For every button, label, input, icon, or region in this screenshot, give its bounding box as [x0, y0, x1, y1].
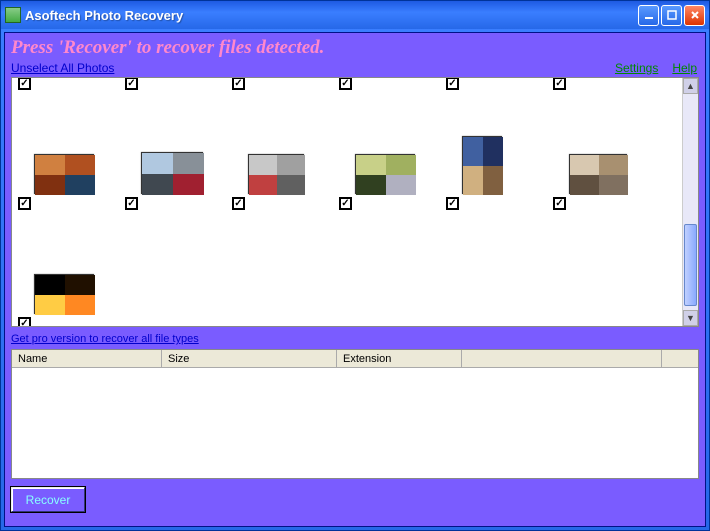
photo-grid: ✓✓✓✓✓✓✓✓✓✓✓✓✓	[12, 78, 698, 327]
photo-thumbnail[interactable]	[141, 152, 203, 194]
settings-link[interactable]: Settings	[615, 61, 658, 75]
photo-checkbox[interactable]: ✓	[125, 77, 138, 90]
listview-column-header[interactable]: Size	[162, 350, 337, 367]
photo-checkbox[interactable]: ✓	[339, 77, 352, 90]
photo-grid-container: ✓✓✓✓✓✓✓✓✓✓✓✓✓ ▲ ▼	[11, 77, 699, 327]
toolbar-links: Unselect All Photos Settings Help	[5, 59, 705, 77]
photo-checkbox[interactable]: ✓	[339, 197, 352, 210]
photo-cell[interactable]: ✓	[337, 92, 442, 212]
photo-checkbox[interactable]: ✓	[553, 197, 566, 210]
close-icon	[690, 10, 700, 20]
maximize-button[interactable]	[661, 5, 682, 26]
photo-cell[interactable]: ✓	[444, 92, 549, 212]
window-controls	[638, 5, 705, 26]
listview-column-header[interactable]: Name	[12, 350, 162, 367]
photo-thumbnail[interactable]	[34, 274, 94, 314]
photo-checkbox[interactable]: ✓	[18, 197, 31, 210]
photo-thumbnail[interactable]	[355, 154, 415, 194]
minimize-button[interactable]	[638, 5, 659, 26]
minimize-icon	[644, 10, 654, 20]
photo-checkbox[interactable]: ✓	[446, 197, 459, 210]
photo-checkbox[interactable]: ✓	[446, 77, 459, 90]
app-window: Asoftech Photo Recovery Press 'Recover' …	[0, 0, 710, 531]
vertical-scrollbar[interactable]: ▲ ▼	[682, 78, 698, 326]
pro-version-row: Get pro version to recover all file type…	[5, 327, 705, 349]
photo-thumbnail[interactable]	[248, 154, 304, 194]
photo-checkbox[interactable]: ✓	[18, 317, 31, 327]
photo-cell[interactable]: ✓	[551, 82, 656, 92]
photo-thumbnail[interactable]	[569, 154, 627, 194]
listview-column-header[interactable]: Extension	[337, 350, 462, 367]
help-link[interactable]: Help	[672, 61, 697, 75]
titlebar[interactable]: Asoftech Photo Recovery	[1, 1, 709, 29]
file-listview[interactable]: NameSizeExtension	[11, 349, 699, 479]
instruction-text: Press 'Recover' to recover files detecte…	[5, 33, 705, 59]
photo-cell[interactable]: ✓	[123, 82, 228, 92]
button-row: Recover	[5, 479, 705, 520]
scrollbar-track[interactable]	[683, 94, 698, 310]
scroll-down-arrow-icon[interactable]: ▼	[683, 310, 698, 326]
scroll-up-arrow-icon[interactable]: ▲	[683, 78, 698, 94]
photo-checkbox[interactable]: ✓	[18, 77, 31, 90]
photo-thumbnail[interactable]	[462, 136, 502, 194]
photo-cell[interactable]: ✓	[16, 82, 121, 92]
photo-checkbox[interactable]: ✓	[232, 77, 245, 90]
listview-header: NameSizeExtension	[12, 350, 698, 368]
pro-version-link[interactable]: Get pro version to recover all file type…	[11, 333, 199, 345]
client-area: Press 'Recover' to recover files detecte…	[4, 32, 706, 527]
listview-column-header[interactable]	[462, 350, 662, 367]
scrollbar-thumb[interactable]	[684, 224, 697, 306]
photo-cell[interactable]: ✓	[16, 212, 121, 327]
app-icon	[5, 7, 21, 23]
photo-cell[interactable]: ✓	[123, 92, 228, 212]
photo-cell[interactable]: ✓	[16, 92, 121, 212]
photo-checkbox[interactable]: ✓	[553, 77, 566, 90]
recover-button[interactable]: Recover	[11, 487, 85, 512]
photo-thumbnail[interactable]	[34, 154, 94, 194]
photo-cell[interactable]: ✓	[337, 82, 442, 92]
maximize-icon	[667, 10, 677, 20]
photo-checkbox[interactable]: ✓	[125, 197, 138, 210]
photo-cell[interactable]: ✓	[444, 82, 549, 92]
photo-cell[interactable]: ✓	[230, 82, 335, 92]
unselect-all-link[interactable]: Unselect All Photos	[11, 61, 114, 75]
photo-cell[interactable]: ✓	[551, 92, 656, 212]
window-title: Asoftech Photo Recovery	[25, 8, 638, 23]
close-button[interactable]	[684, 5, 705, 26]
photo-checkbox[interactable]: ✓	[232, 197, 245, 210]
listview-body	[12, 368, 698, 478]
photo-cell[interactable]: ✓	[230, 92, 335, 212]
